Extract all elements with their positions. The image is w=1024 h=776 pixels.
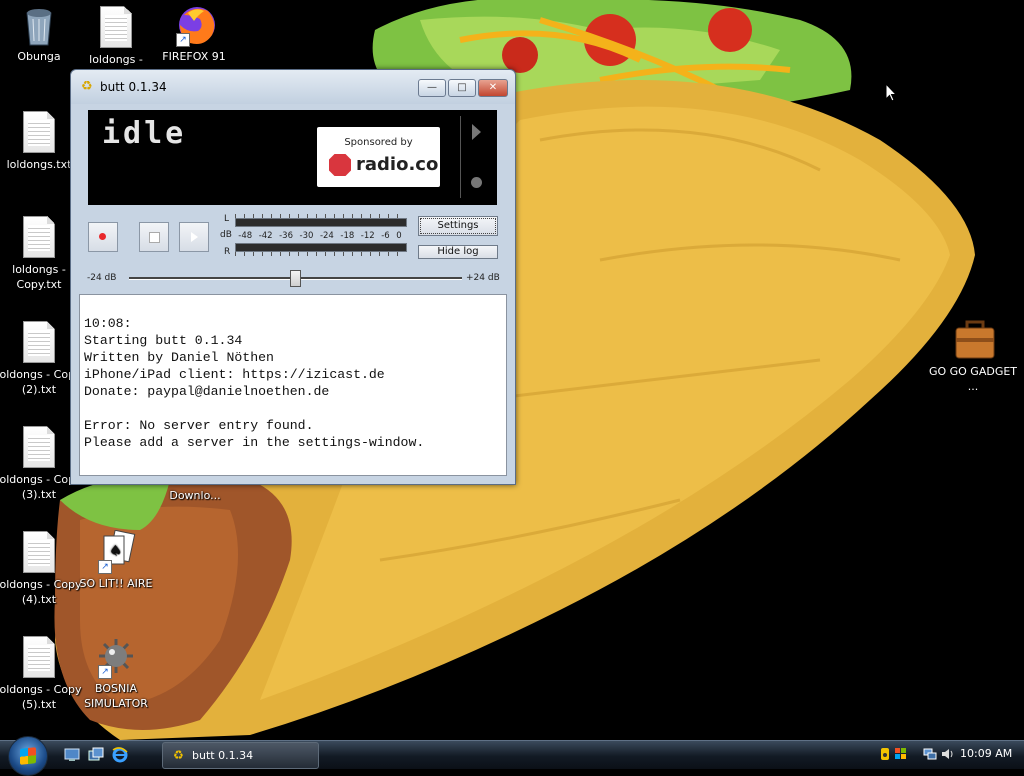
vu-scale-tick: -24 (319, 231, 334, 241)
vu-scale-tick: -12 (360, 231, 375, 241)
log-output[interactable]: 10:08: Starting butt 0.1.34 Written by D… (79, 294, 507, 476)
close-button[interactable]: ✕ (478, 79, 508, 97)
vu-scale-tick: -42 (258, 231, 273, 241)
text-file-icon (19, 426, 59, 470)
log-line: Written by Daniel Nöthen (84, 350, 274, 365)
sponsor-banner[interactable]: Sponsored by radio.co (317, 127, 440, 187)
vu-meter: L dB R -48 -42 -36 -30 -24 -18 -12 -6 0 (219, 214, 409, 259)
gain-slider-handle[interactable] (290, 270, 301, 287)
vu-scale-tick: -36 (279, 231, 293, 241)
text-file-icon (19, 111, 59, 155)
window-title: butt 0.1.34 (100, 80, 167, 94)
vu-scale-tick: -48 (238, 231, 253, 241)
gain-max-label: +24 dB (466, 273, 500, 283)
desktop-icon-minesweeper[interactable]: ↗ BOSNIA SIMULATOR (71, 635, 161, 711)
butt-tray-icon[interactable] (878, 747, 892, 761)
vu-left-label: L (224, 214, 230, 224)
desktop-icon-label: SO LIT!! AIRE (79, 577, 153, 590)
vu-right-bar (235, 243, 407, 252)
desktop-icon-label: Downlo... (169, 489, 221, 502)
stream-status: idle (102, 116, 187, 151)
text-file-icon (19, 321, 59, 365)
shortcut-arrow-icon: ↗ (176, 33, 190, 47)
log-line: 10:08: (84, 316, 132, 331)
desktop-icon-firefox[interactable]: ↗ FIREFOX 91 (149, 3, 239, 64)
vu-scale: -48 -42 -36 -30 -24 -18 -12 -6 0 (235, 231, 405, 241)
text-file-icon (96, 6, 136, 50)
start-button[interactable] (8, 736, 48, 776)
taskbar-clock[interactable]: 10:09 AM (960, 747, 1012, 760)
mouse-cursor-icon (885, 83, 897, 102)
playing-cards-icon: ♠ ↗ (96, 529, 136, 574)
sponsor-caption: Sponsored by (344, 137, 413, 148)
gain-min-label: -24 dB (87, 273, 117, 283)
show-desktop-icon[interactable] (64, 747, 80, 763)
desktop-icon-label: GO GO GADGET ... (928, 365, 1018, 393)
stop-icon (149, 232, 160, 243)
stop-button[interactable] (139, 222, 169, 252)
hide-log-button[interactable]: Hide log (418, 245, 498, 259)
desktop-icon-label: BOSNIA SIMULATOR (84, 682, 148, 710)
switch-windows-icon[interactable] (88, 747, 104, 763)
briefcase-icon (953, 318, 995, 362)
record-icon (99, 233, 106, 240)
shortcut-arrow-icon: ↗ (98, 560, 112, 574)
log-line: Starting butt 0.1.34 (84, 333, 243, 348)
sponsor-name: radio.co (356, 154, 439, 175)
display-stream-indicator-icon (472, 124, 481, 140)
desktop-icon-solitaire[interactable]: ♠ ↗ SO LIT!! AIRE (71, 529, 161, 591)
log-line: Error: No server entry found. (84, 418, 314, 433)
internet-explorer-icon[interactable] (112, 747, 128, 763)
taskbar-button-butt[interactable]: ♻ butt 0.1.34 (162, 742, 319, 769)
status-display: idle Sponsored by radio.co (88, 110, 497, 205)
desktop-icon-file[interactable]: loldongs - (71, 6, 161, 67)
vu-scale-tick: 0 (396, 231, 402, 241)
play-button[interactable] (179, 222, 209, 252)
butt-app-icon: ♻ (173, 748, 184, 762)
vu-scale-tick: -30 (299, 231, 314, 241)
vu-scale-tick: -18 (340, 231, 355, 241)
display-record-indicator-icon (471, 177, 482, 188)
log-line: Please add a server in the settings-wind… (84, 435, 425, 450)
desktop-icon-label: loldongs - (89, 53, 143, 66)
desktop-icon-downloads[interactable]: Downlo... (150, 488, 240, 503)
firefox-icon: ↗ (174, 3, 215, 47)
volume-icon[interactable] (941, 747, 955, 761)
svg-text:♠: ♠ (109, 543, 122, 559)
taskbar-button-label: butt 0.1.34 (192, 749, 254, 762)
text-file-icon (19, 531, 59, 575)
vu-db-label: dB (220, 230, 232, 240)
windows-logo-icon (20, 747, 36, 765)
settings-button[interactable]: Settings (418, 216, 498, 236)
title-bar[interactable]: ♻ butt 0.1.34 — □ ✕ (71, 70, 515, 104)
vu-right-label: R (224, 247, 231, 257)
display-divider (460, 116, 461, 198)
maximize-button[interactable]: □ (448, 79, 476, 97)
record-button[interactable] (88, 222, 118, 252)
mine-icon: ↗ (96, 635, 136, 679)
butt-app-icon: ♻ (81, 79, 93, 94)
vu-left-bar (235, 218, 407, 227)
desktop-icon-gadget[interactable]: GO GO GADGET ... (928, 318, 1018, 394)
network-icon[interactable] (923, 747, 937, 761)
log-line: iPhone/iPad client: https://izicast.de (84, 367, 385, 382)
taskbar: ♻ butt 0.1.34 (0, 736, 1024, 776)
log-line: Donate: paypal@danielnoethen.de (84, 384, 330, 399)
windows-update-icon[interactable] (894, 747, 908, 761)
text-file-icon (19, 636, 59, 680)
minimize-button[interactable]: — (418, 79, 446, 97)
play-icon (191, 232, 198, 242)
vu-ticks (235, 252, 405, 256)
recycle-bin-icon (19, 3, 59, 47)
text-file-icon (19, 216, 59, 260)
radio-co-logo-icon (329, 154, 351, 176)
shortcut-arrow-icon: ↗ (98, 665, 112, 679)
butt-window: ♻ butt 0.1.34 — □ ✕ idle Sponsored by ra… (70, 69, 516, 485)
desktop-icon-label: FIREFOX 91 (162, 50, 226, 63)
vu-scale-tick: -6 (381, 231, 390, 241)
